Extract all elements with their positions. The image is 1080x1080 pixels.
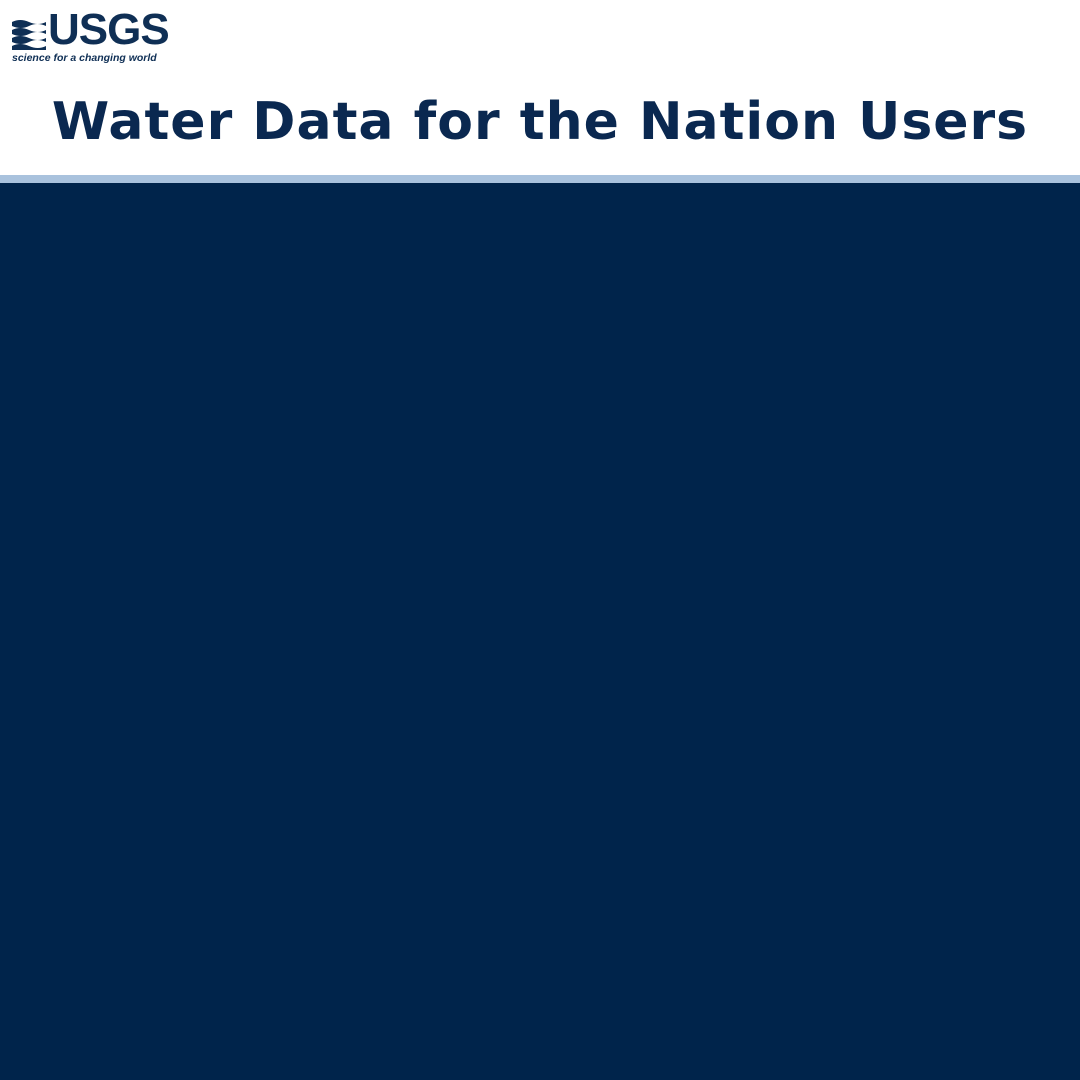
content-panel bbox=[0, 183, 1080, 1080]
header: USGS science for a changing world Water … bbox=[0, 0, 1080, 175]
page-title: Water Data for the Nation Users bbox=[51, 92, 1029, 152]
header-divider bbox=[0, 175, 1080, 183]
usgs-wave-logo-icon bbox=[12, 16, 46, 50]
logo-tagline: science for a changing world bbox=[12, 52, 157, 64]
usgs-logo: USGS science for a changing world bbox=[12, 8, 170, 66]
page: USGS science for a changing world Water … bbox=[0, 0, 1080, 1080]
logo-wordmark: USGS bbox=[48, 5, 170, 54]
